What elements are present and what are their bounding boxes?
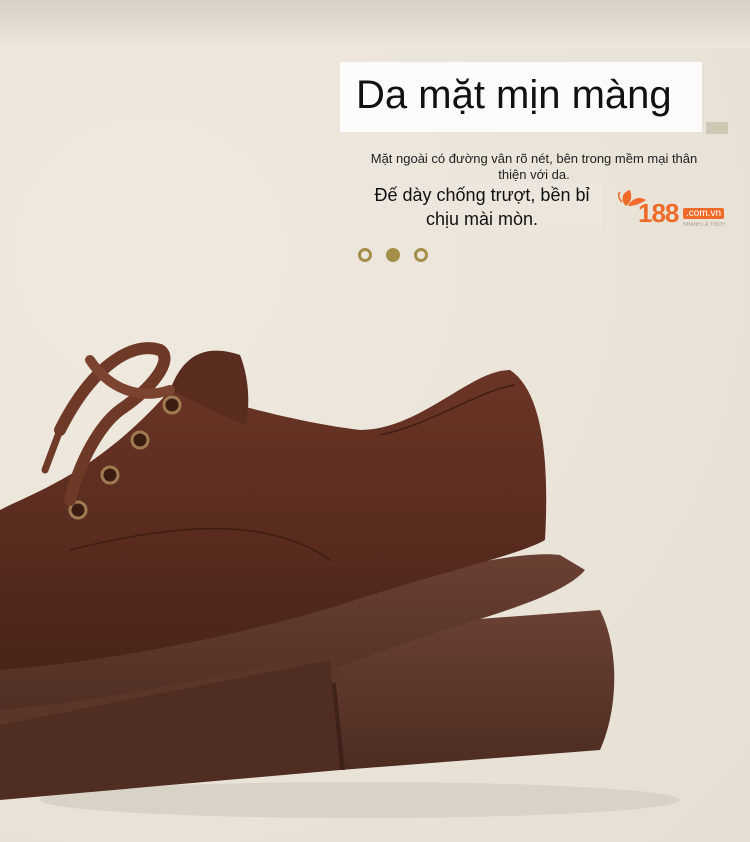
carousel-dots xyxy=(358,248,428,262)
page-title: Da mặt mịn màng xyxy=(356,73,672,117)
product-banner: Da mặt mịn màng Mặt ngoài có đường vân r… xyxy=(0,0,750,842)
product-description-2: Đế dày chống trượt, bền bỉ chịu mài mòn. xyxy=(362,183,602,231)
carousel-dot-2[interactable] xyxy=(386,248,400,262)
shoe-image xyxy=(0,342,680,818)
logo-tagline: NHANH LÀ THÍCH xyxy=(683,222,725,228)
carousel-dot-1[interactable] xyxy=(358,248,372,262)
carousel-dot-3[interactable] xyxy=(414,248,428,262)
logo-number: 188 xyxy=(638,198,679,228)
product-description: Mặt ngoài có đường vân rõ nét, bên trong… xyxy=(370,151,698,182)
top-band xyxy=(0,0,750,48)
logo-domain: .com.vn xyxy=(683,208,725,219)
title-accent xyxy=(706,122,728,134)
